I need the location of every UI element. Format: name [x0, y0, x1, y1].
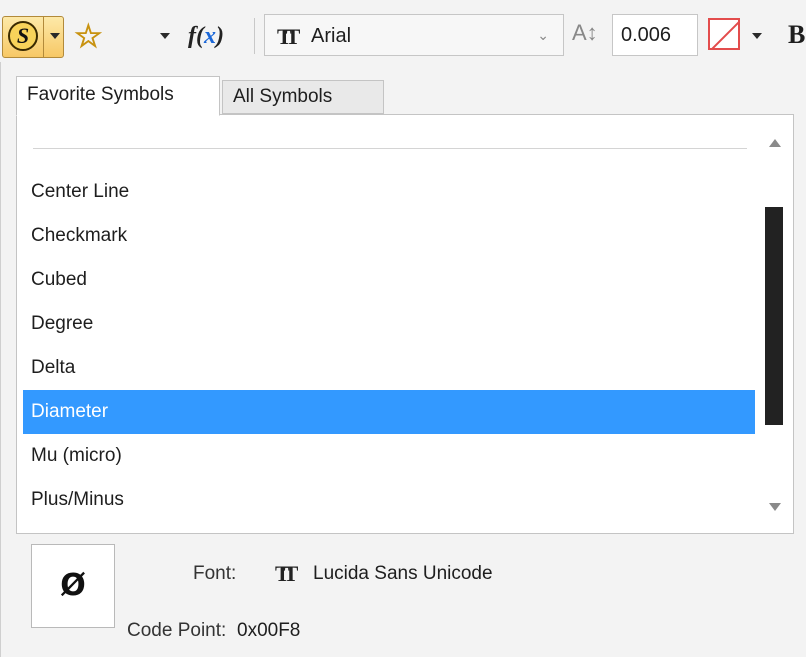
toolbar-divider: [254, 18, 255, 54]
list-item[interactable]: Degree: [23, 302, 755, 346]
tab-favorite-symbols[interactable]: Favorite Symbols: [16, 76, 220, 116]
star-icon: ☆: [74, 18, 104, 55]
list-item[interactable]: Center Line: [23, 170, 755, 214]
favorites-dropdown-icon[interactable]: [160, 33, 170, 39]
split-divider: [43, 17, 44, 57]
list-item[interactable]: Checkmark: [23, 214, 755, 258]
symbol-panel: Favorite Symbols All Symbols Center Line…: [0, 62, 806, 657]
tab-all-symbols[interactable]: All Symbols: [222, 80, 384, 114]
insert-symbol-button[interactable]: S: [2, 16, 64, 58]
fill-color-button[interactable]: [708, 18, 744, 52]
bold-button[interactable]: B: [788, 18, 806, 52]
truetype-font-icon: TT: [275, 561, 298, 586]
insert-formula-button[interactable]: f(x): [188, 18, 244, 54]
symbol-list[interactable]: Center Line Checkmark Cubed Degree Delta…: [16, 114, 794, 534]
no-fill-icon: [708, 18, 740, 50]
scroll-down-arrow-icon[interactable]: [769, 503, 781, 511]
scroll-up-arrow-icon[interactable]: [769, 139, 781, 147]
fx-suffix: ): [215, 23, 224, 49]
toolbar: S ☆ f(x) TT Arial ⌄ A↕ B: [0, 0, 806, 63]
font-select-value: Arial: [311, 25, 352, 47]
list-separator: [33, 148, 747, 149]
symbol-icon: S: [8, 21, 38, 51]
symbol-preview: Ø: [31, 544, 115, 628]
code-point-label: Code Point:: [127, 620, 227, 641]
list-item[interactable]: Cubed: [23, 258, 755, 302]
list-item-selected[interactable]: Diameter: [23, 390, 755, 434]
chevron-down-icon[interactable]: [50, 33, 60, 39]
font-label: Font:: [193, 563, 237, 584]
text-height-icon: A↕: [572, 20, 598, 45]
chevron-down-icon: ⌄: [537, 27, 549, 43]
scrollbar-thumb[interactable]: [765, 207, 783, 425]
font-select[interactable]: TT Arial ⌄: [264, 14, 564, 56]
fx-prefix: f(: [188, 23, 204, 49]
fill-color-dropdown-icon[interactable]: [752, 33, 762, 39]
fx-x: x: [203, 23, 216, 49]
code-point-value: 0x00F8: [237, 620, 301, 641]
text-height-input[interactable]: [612, 14, 698, 56]
list-item[interactable]: Mu (micro): [23, 434, 755, 478]
list-item[interactable]: Delta: [23, 346, 755, 390]
list-item[interactable]: Plus/Minus: [23, 478, 755, 522]
truetype-font-icon: TT: [277, 24, 300, 49]
favorites-button[interactable]: ☆: [72, 16, 112, 58]
font-value: Lucida Sans Unicode: [313, 563, 493, 584]
